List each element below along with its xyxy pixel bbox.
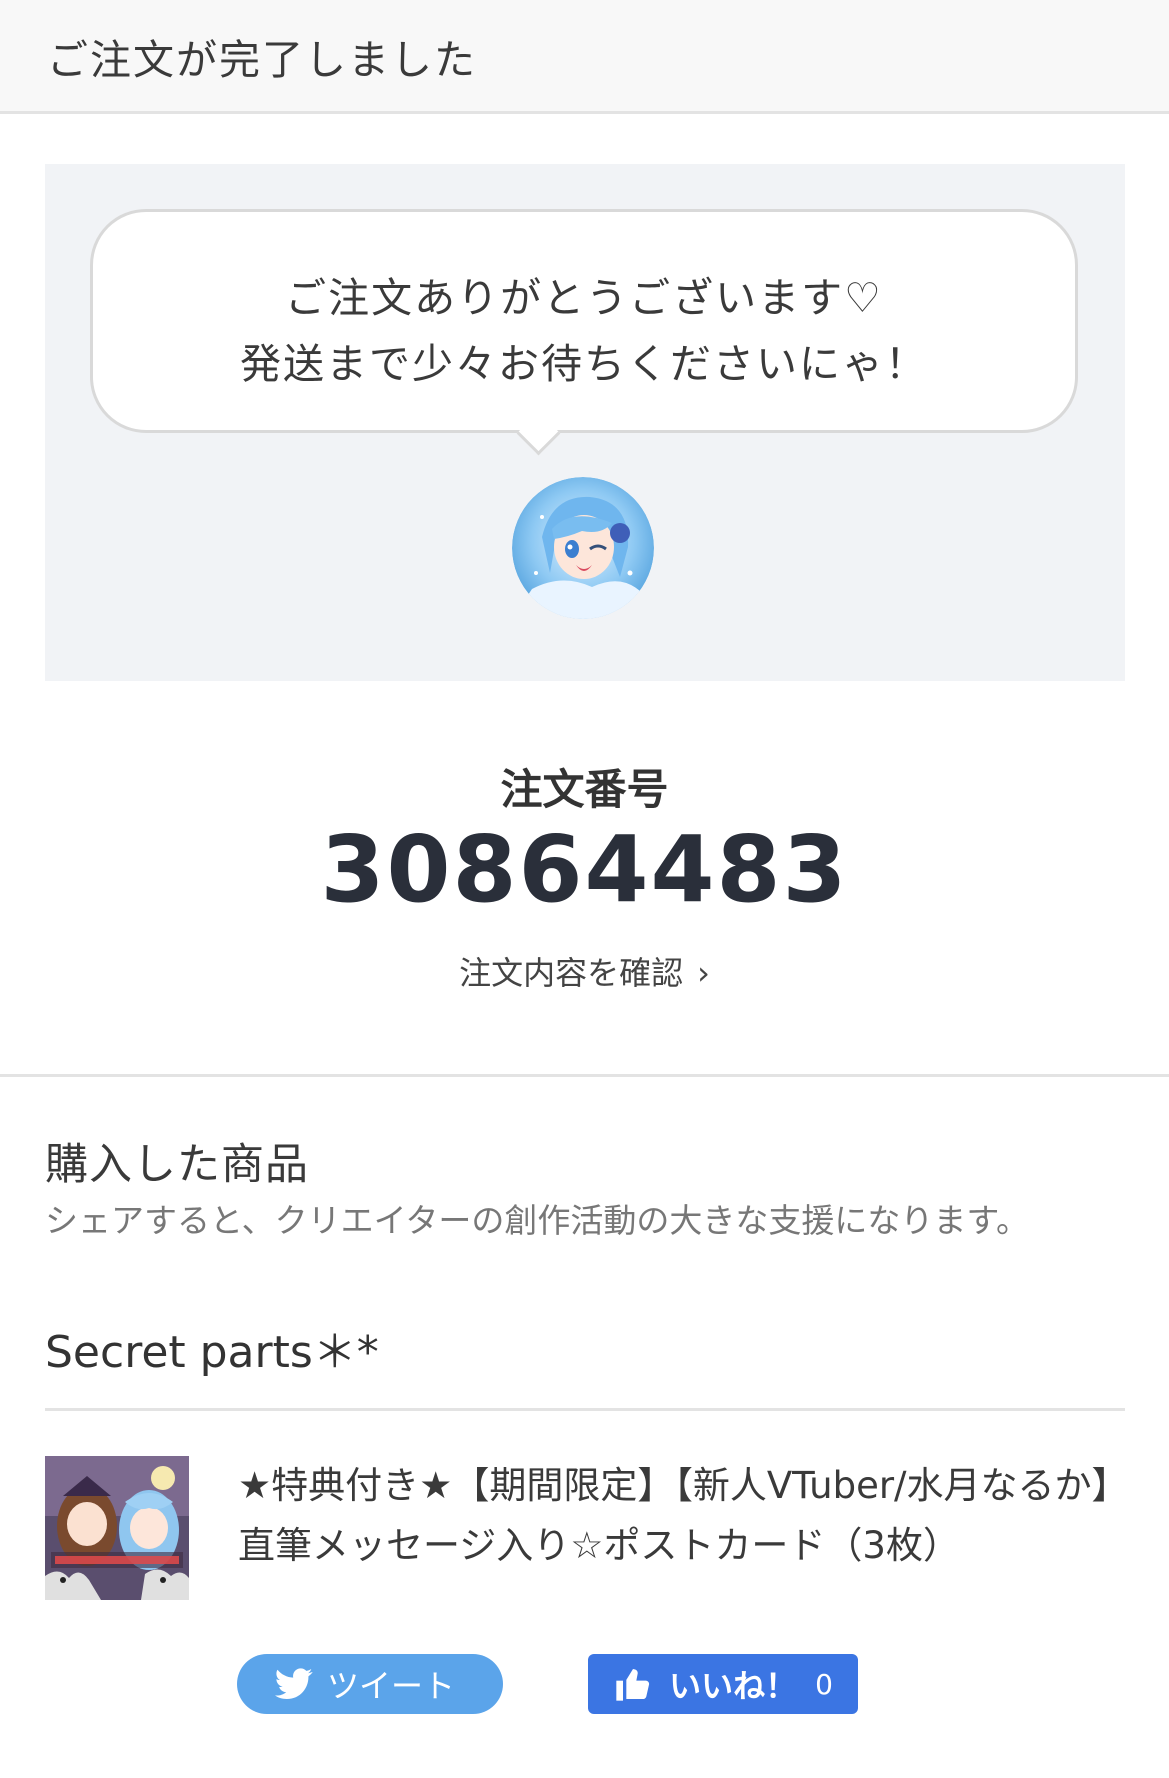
purchased-items-subtitle: シェアすると、クリエイターの創作活動の大きな支援になります。 <box>45 1201 1030 1240</box>
page-header: ご注文が完了しました <box>0 0 1169 114</box>
tweet-button[interactable]: ツイート <box>237 1654 503 1714</box>
view-order-details-link[interactable]: 注文内容を確認 › <box>0 948 1169 994</box>
like-button-label: いいね！ <box>669 1667 798 1705</box>
thank-you-message-line2: 発送まで少々お待ちくださいにゃ！ <box>240 340 928 388</box>
shop-divider <box>45 1408 1125 1411</box>
thumbs-up-icon <box>613 1664 653 1704</box>
like-button[interactable]: いいね！ 0 <box>588 1654 858 1714</box>
product-title[interactable]: ★特典付き★【期間限定】【新人VTuber/水月なるか】直筆メッセージ入り☆ポス… <box>238 1456 1118 1576</box>
view-order-details-label: 注文内容を確認 <box>459 954 684 992</box>
order-number-label: 注文番号 <box>500 765 669 814</box>
tweet-button-label: ツイート <box>326 1667 455 1705</box>
product-thumbnail-image[interactable] <box>45 1456 189 1600</box>
order-number-value: 30864483 <box>320 816 849 923</box>
thank-you-panel: ご注文ありがとうございます♡ 発送まで少々お待ちくださいにゃ！ <box>45 164 1125 681</box>
chevron-right-icon: › <box>697 954 710 992</box>
thank-you-message-line1: ご注文ありがとうございます♡ <box>285 274 883 322</box>
shop-name[interactable]: Secret parts＊* <box>45 1316 379 1380</box>
twitter-bird-icon <box>274 1668 313 1700</box>
purchased-items-title: 購入した商品 <box>45 1140 309 1190</box>
creator-avatar-icon <box>512 477 654 619</box>
speech-bubble: ご注文ありがとうございます♡ 発送まで少々お待ちくださいにゃ！ <box>90 209 1078 433</box>
like-count: 0 <box>815 1667 833 1701</box>
page-title: ご注文が完了しました <box>47 36 477 84</box>
section-divider <box>0 1074 1169 1077</box>
